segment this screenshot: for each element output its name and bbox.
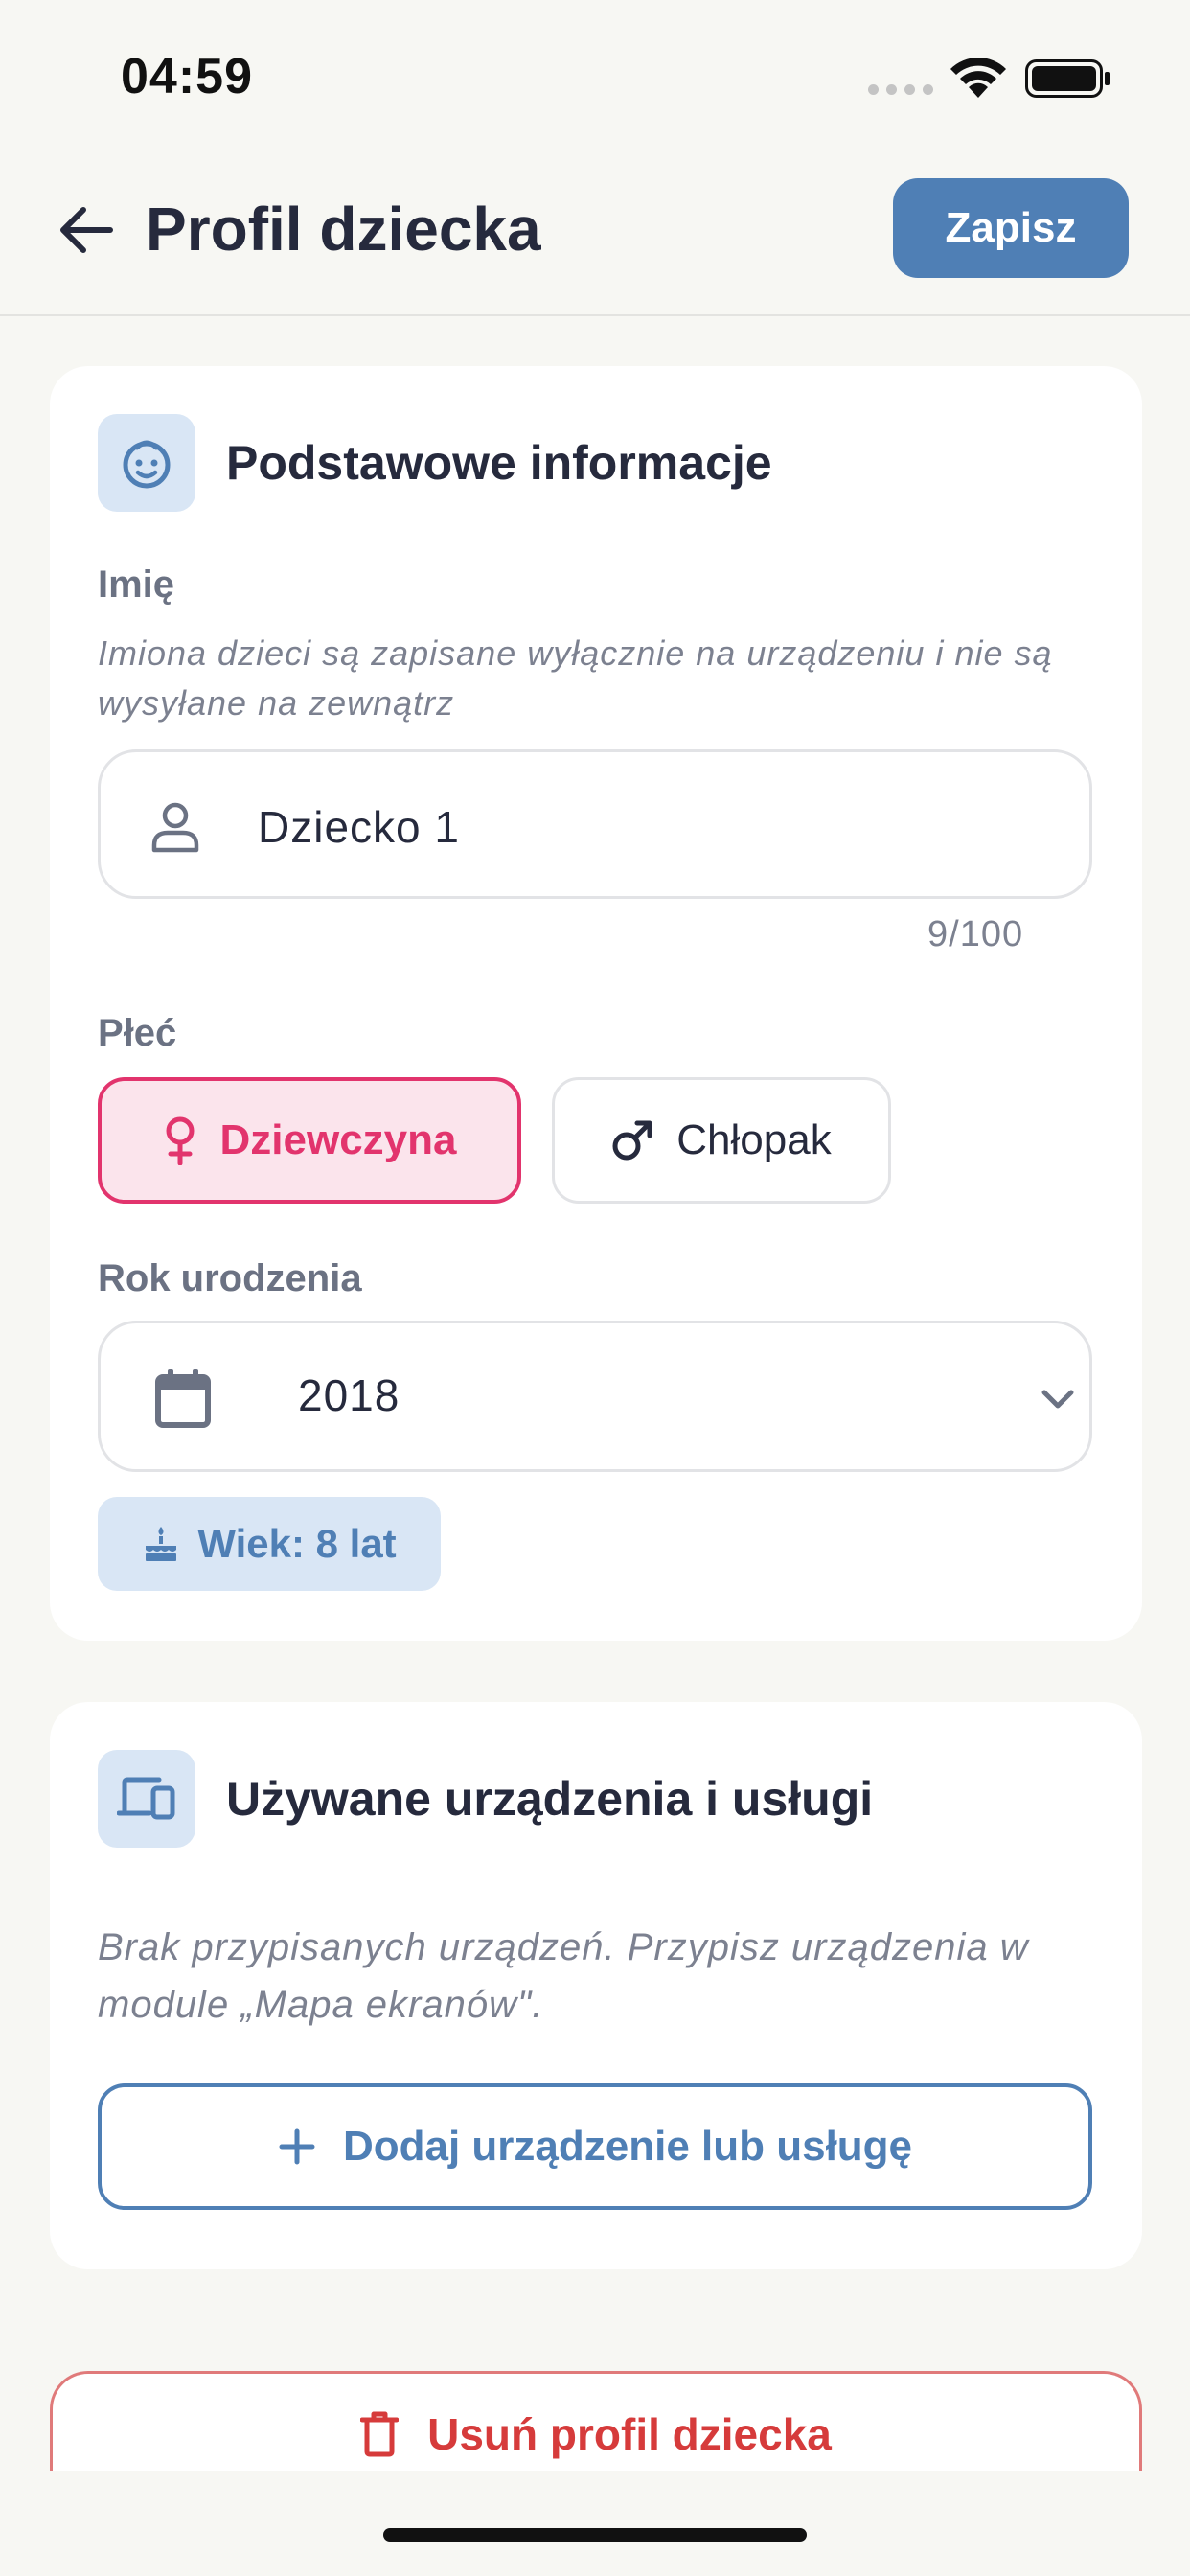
gender-label: Płeć <box>98 1012 177 1054</box>
save-button[interactable]: Zapisz <box>893 178 1129 278</box>
birth-year-label: Rok urodzenia <box>98 1257 362 1300</box>
age-badge-text: Wiek: 8 lat <box>197 1521 397 1566</box>
chevron-down-icon <box>1041 1390 1074 1409</box>
bottom-safe-area <box>0 2471 1190 2576</box>
basic-info-card: Podstawowe informacje Imię Imiona dzieci… <box>50 366 1142 1641</box>
birth-year-select[interactable]: 2018 <box>98 1321 1092 1472</box>
status-time: 04:59 <box>121 49 253 104</box>
gender-boy-label: Chłopak <box>676 1116 832 1163</box>
male-symbol-icon <box>612 1120 652 1161</box>
calendar-icon <box>155 1369 211 1428</box>
cake-icon <box>146 1527 177 1561</box>
gender-girl-label: Dziewczyna <box>219 1116 457 1163</box>
birth-year-value: 2018 <box>298 1370 400 1420</box>
back-button[interactable] <box>56 199 117 261</box>
devices-card: Używane urządzenia i usługi Brak przypis… <box>50 1702 1142 2269</box>
trash-icon <box>360 2411 400 2457</box>
female-symbol-icon <box>166 1116 194 1165</box>
delete-profile-label: Usuń profil dziecka <box>427 2409 832 2459</box>
name-input[interactable] <box>258 787 1043 867</box>
arrow-left-icon <box>60 207 113 253</box>
home-indicator[interactable] <box>383 2528 807 2542</box>
page-title: Profil dziecka <box>146 195 541 264</box>
name-field[interactable] <box>98 749 1092 899</box>
add-device-button[interactable]: Dodaj urządzenie lub usługę <box>98 2083 1092 2210</box>
person-icon <box>151 802 199 853</box>
plus-icon <box>279 2128 315 2165</box>
name-char-counter: 9/100 <box>927 914 1024 954</box>
battery-icon <box>1025 59 1110 98</box>
age-badge: Wiek: 8 lat <box>98 1497 441 1591</box>
devices-title: Używane urządzenia i usługi <box>226 1772 874 1826</box>
app-header: Profil dziecka Zapisz <box>0 153 1190 316</box>
no-devices-text: Brak przypisanych urządzeń. Przypisz urz… <box>98 1926 1029 2026</box>
add-device-label: Dodaj urządzenie lub usługę <box>342 2123 913 2170</box>
gender-girl-button[interactable]: Dziewczyna <box>98 1077 521 1204</box>
name-label: Imię <box>98 564 175 606</box>
devices-icon <box>98 1750 195 1848</box>
child-face-icon <box>98 414 195 512</box>
basic-info-title: Podstawowe informacje <box>226 436 772 490</box>
gender-boy-button[interactable]: Chłopak <box>552 1077 891 1204</box>
name-privacy-hint: Imiona dzieci są zapisane wyłącznie na u… <box>98 633 1053 723</box>
wifi-icon <box>950 57 1006 98</box>
cellular-signal-icon <box>868 84 933 95</box>
